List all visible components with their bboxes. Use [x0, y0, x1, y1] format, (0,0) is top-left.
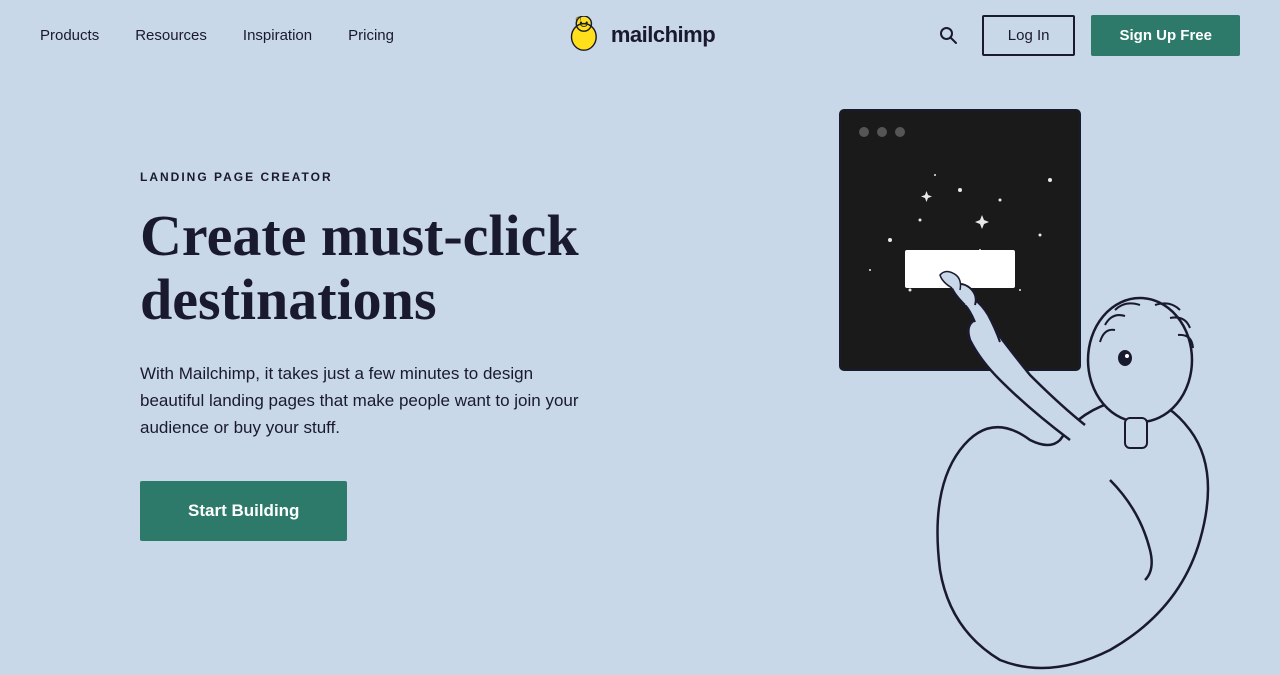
mailchimp-logo-icon [565, 16, 603, 54]
illustration-svg [760, 90, 1280, 670]
hero-label: LANDING PAGE CREATOR [140, 170, 620, 184]
nav-inspiration[interactable]: Inspiration [243, 27, 312, 44]
hero-body-text: With Mailchimp, it takes just a few minu… [140, 360, 580, 442]
nav-products[interactable]: Products [40, 27, 99, 44]
logo[interactable]: mailchimp [565, 16, 715, 54]
nav-left: Products Resources Inspiration Pricing [40, 27, 394, 44]
start-building-button[interactable]: Start Building [140, 481, 347, 541]
nav-right: Log In Sign Up Free [930, 15, 1240, 56]
nav-pricing[interactable]: Pricing [348, 27, 394, 44]
search-icon [938, 25, 958, 45]
logo-text: mailchimp [611, 22, 715, 48]
search-button[interactable] [930, 17, 966, 53]
login-button[interactable]: Log In [982, 15, 1076, 56]
hero-illustration [760, 90, 1280, 670]
hero-section: LANDING PAGE CREATOR Create must-click d… [0, 70, 1280, 608]
hero-content: LANDING PAGE CREATOR Create must-click d… [140, 130, 620, 541]
nav-resources[interactable]: Resources [135, 27, 207, 44]
signup-button[interactable]: Sign Up Free [1091, 15, 1240, 56]
hero-title: Create must-click destinations [140, 204, 620, 332]
navbar: Products Resources Inspiration Pricing m… [0, 0, 1280, 70]
